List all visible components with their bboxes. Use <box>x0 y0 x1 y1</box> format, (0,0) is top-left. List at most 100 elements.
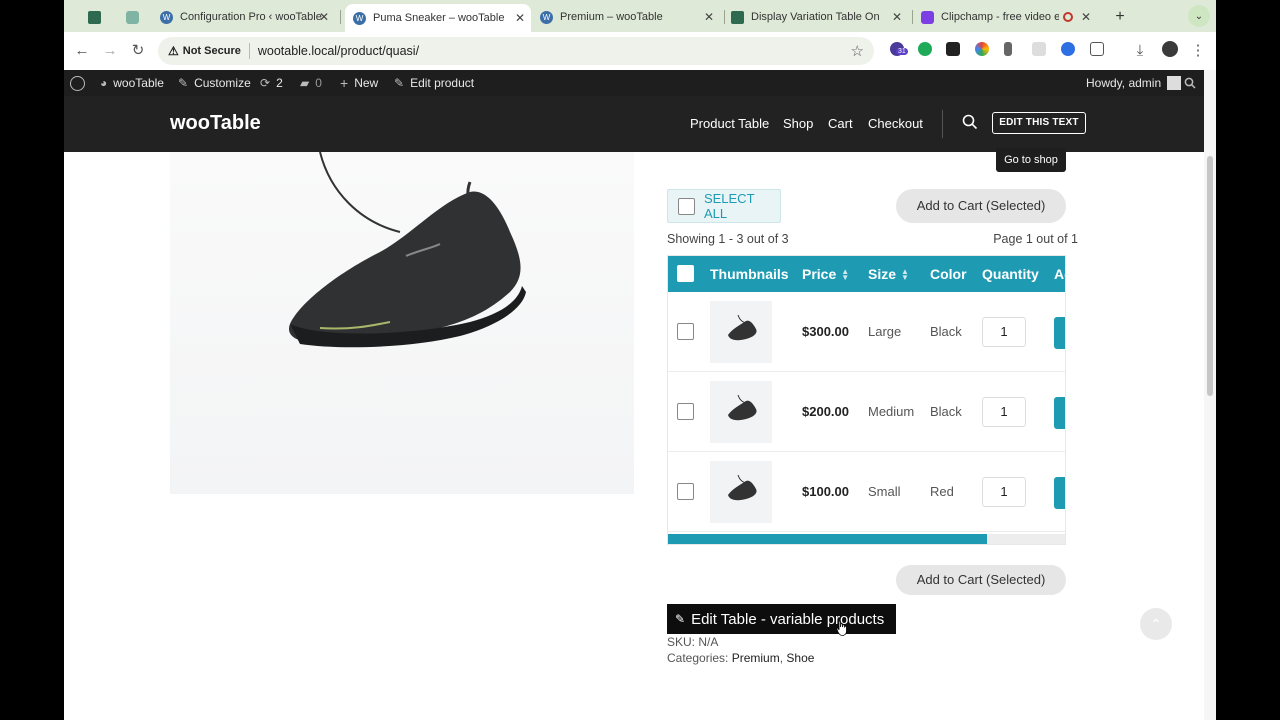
calendar-icon <box>731 10 744 24</box>
app-icon <box>126 10 139 24</box>
reload-icon[interactable]: ↻ <box>128 41 148 61</box>
select-all-checkbox[interactable]: SELECT ALL <box>667 189 781 223</box>
row-price: $300.00 <box>802 324 849 339</box>
col-size[interactable]: Size ▲ ▼ <box>868 256 909 292</box>
table-row: $100.00 Small Red 1 <box>668 452 1065 532</box>
menu-checkout[interactable]: Checkout <box>868 116 923 131</box>
admin-edit-product-link[interactable]: ✎ Edit product <box>394 70 474 96</box>
tab-puma-sneaker[interactable]: W Puma Sneaker – wooTable ✕ <box>345 4 531 32</box>
admin-site-link[interactable]: ◕ wooTable <box>100 70 164 96</box>
site-logo[interactable]: wooTable <box>170 112 261 135</box>
wordpress-icon: W <box>353 11 366 25</box>
row-thumbnail[interactable] <box>710 381 772 443</box>
row-checkbox[interactable] <box>677 483 694 500</box>
close-icon[interactable]: ✕ <box>319 10 329 24</box>
tab-pinned-2[interactable] <box>126 4 150 30</box>
admin-account-menu[interactable]: Howdy, admin <box>1086 70 1182 96</box>
scrollbar-thumb[interactable] <box>668 534 988 544</box>
color-picker-icon[interactable] <box>975 42 989 56</box>
tab-search-icon[interactable]: ⌄ <box>1188 5 1210 27</box>
col-quantity: Quantity <box>982 266 1039 282</box>
edit-table-link[interactable]: ✎ Edit Table - variable products <box>667 604 896 634</box>
categories-line: Categories: Premium, Shoe <box>667 651 815 665</box>
edit-this-text-button[interactable]: EDIT THIS TEXT <box>992 112 1086 134</box>
close-icon[interactable]: ✕ <box>892 10 902 24</box>
menu-cart[interactable]: Cart <box>828 116 853 131</box>
sneaker-thumbnail-icon <box>728 314 757 341</box>
close-icon[interactable]: ✕ <box>1081 10 1091 24</box>
url-text[interactable]: wootable.local/product/quasi/ <box>258 44 419 58</box>
security-indicator[interactable]: ⚠ Not Secure <box>168 44 241 58</box>
product-image[interactable] <box>170 152 634 494</box>
scroll-to-top-button[interactable]: ⌃ <box>1140 608 1172 640</box>
pencil-icon: ✎ <box>394 76 405 90</box>
tab-configuration[interactable]: W Configuration Pro ‹ wooTable ✕ <box>160 4 335 30</box>
extension-badge: 31 <box>896 48 908 55</box>
table-header: Thumbnails Price ▲ ▼ Size ▲ ▼ Color Quantity… <box>668 256 1065 292</box>
bookmark-star-icon[interactable]: ☆ <box>851 42 864 60</box>
download-icon[interactable]: ⤓ <box>1130 41 1150 61</box>
forward-icon[interactable]: → <box>100 41 120 61</box>
extension-icon-7[interactable] <box>1061 42 1075 56</box>
grammarly-icon[interactable] <box>918 42 932 56</box>
category-link-premium[interactable]: Premium <box>732 651 780 665</box>
add-to-cart-button[interactable] <box>1054 317 1065 349</box>
admin-customize-link[interactable]: ✎ Customize <box>178 70 251 96</box>
extension-icon-1[interactable]: 31 <box>890 42 908 56</box>
col-price[interactable]: Price ▲ ▼ <box>802 256 849 292</box>
table-horizontal-scrollbar[interactable] <box>668 534 1065 544</box>
admin-updates-link[interactable]: ⟳ 2 <box>260 70 283 96</box>
warning-icon: ⚠ <box>168 44 179 58</box>
wordpress-icon <box>70 75 85 91</box>
checkbox[interactable] <box>678 197 695 215</box>
row-size: Medium <box>868 404 915 419</box>
quantity-input[interactable]: 1 <box>982 397 1026 427</box>
extension-icon-5[interactable] <box>1004 42 1012 56</box>
back-icon[interactable]: ← <box>72 41 92 61</box>
add-to-cart-selected-bottom-button[interactable]: Add to Cart (Selected) <box>896 565 1066 595</box>
tab-premium[interactable]: W Premium – wooTable ✕ <box>540 4 720 30</box>
search-icon[interactable] <box>961 113 979 131</box>
add-to-cart-button[interactable] <box>1054 477 1065 509</box>
menu-shop[interactable]: Shop <box>783 116 813 131</box>
row-size: Small <box>868 484 901 499</box>
quantity-input[interactable]: 1 <box>982 477 1026 507</box>
brush-icon: ✎ <box>178 76 189 90</box>
row-color: Red <box>930 484 954 499</box>
admin-comments-link[interactable]: ▰ 0 <box>300 70 322 96</box>
close-icon[interactable]: ✕ <box>704 10 714 24</box>
page-vertical-scrollbar[interactable] <box>1204 70 1216 720</box>
tab-clipchamp[interactable]: Clipchamp - free video ed ✕ <box>921 4 1097 30</box>
extension-icon-6[interactable] <box>1032 42 1046 56</box>
row-checkbox[interactable] <box>677 403 694 420</box>
dashboard-icon: ◕ <box>100 76 108 90</box>
wordpress-icon: W <box>540 10 553 24</box>
address-bar[interactable]: ⚠ Not Secure wootable.local/product/quas… <box>158 37 874 65</box>
row-checkbox[interactable] <box>677 323 694 340</box>
wordpress-logo[interactable] <box>70 70 85 96</box>
admin-new-link[interactable]: + New <box>340 70 378 96</box>
scrollbar-thumb[interactable] <box>1207 156 1213 396</box>
close-icon[interactable]: ✕ <box>515 11 525 25</box>
row-size: Large <box>868 324 902 339</box>
tab-pinned-1[interactable] <box>88 4 112 30</box>
menu-product-table[interactable]: Product Table <box>690 116 769 131</box>
category-link-shoe[interactable]: Shoe <box>786 651 814 665</box>
profile-avatar[interactable] <box>1162 41 1178 57</box>
tab-separator <box>912 10 913 24</box>
sneaker-image <box>288 152 526 348</box>
row-thumbnail[interactable] <box>710 301 772 363</box>
menu-kebab-icon[interactable]: ⋮ <box>1188 41 1208 61</box>
row-thumbnail[interactable] <box>710 461 772 523</box>
quantity-input[interactable]: 1 <box>982 317 1026 347</box>
add-to-cart-selected-button[interactable]: Add to Cart (Selected) <box>896 189 1066 223</box>
table-row: $300.00 Large Black 1 <box>668 292 1065 372</box>
wp-admin-bar: ◕ wooTable ✎ Customize ⟳ 2 ▰ 0 + New ✎ E… <box>64 70 1204 96</box>
admin-search-icon[interactable] <box>1184 70 1196 96</box>
new-tab-button[interactable]: + <box>1110 4 1130 30</box>
extension-icon-3[interactable] <box>946 42 960 56</box>
add-to-cart-button[interactable] <box>1054 397 1065 429</box>
puzzle-icon[interactable] <box>1090 42 1104 56</box>
tab-display-variation[interactable]: Display Variation Table On Si ✕ <box>731 4 908 30</box>
header-checkbox[interactable] <box>677 265 694 282</box>
